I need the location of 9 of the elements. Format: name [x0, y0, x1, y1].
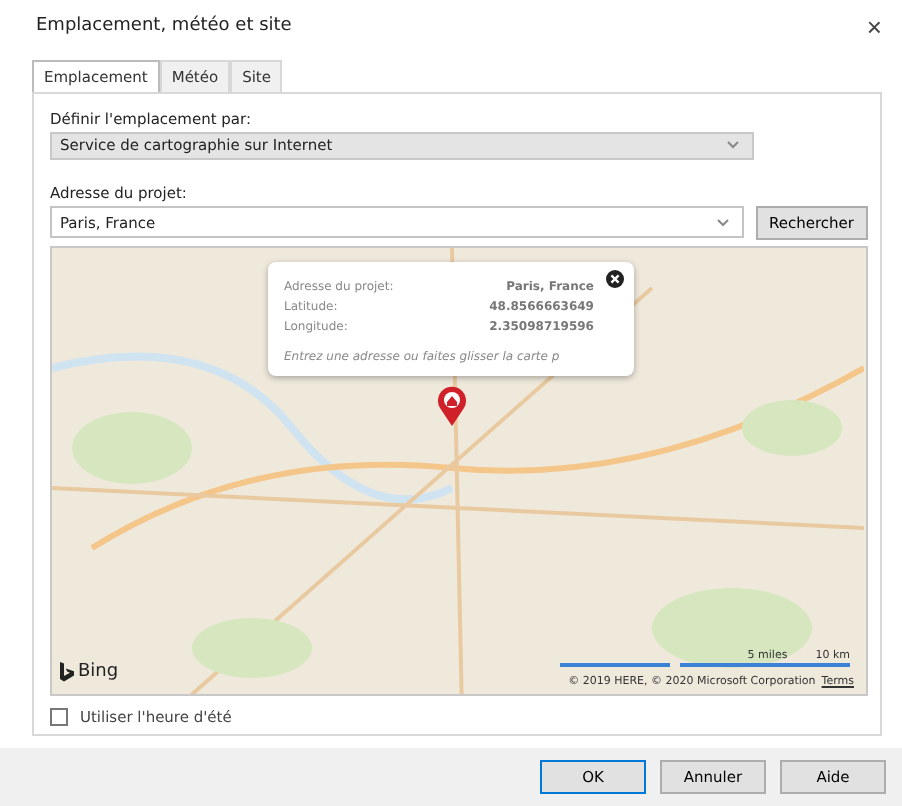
chevron-down-icon: [715, 217, 730, 228]
close-button[interactable]: ×: [858, 11, 890, 41]
map-pin-icon: [436, 383, 468, 428]
window-title: Emplacement, météo et site: [36, 16, 292, 36]
map-brand: Bing: [78, 662, 119, 682]
bing-logo-icon: [60, 662, 74, 682]
checkbox[interactable]: [50, 708, 68, 726]
chevron-down-icon: [726, 140, 740, 151]
close-icon[interactable]: [606, 269, 624, 288]
